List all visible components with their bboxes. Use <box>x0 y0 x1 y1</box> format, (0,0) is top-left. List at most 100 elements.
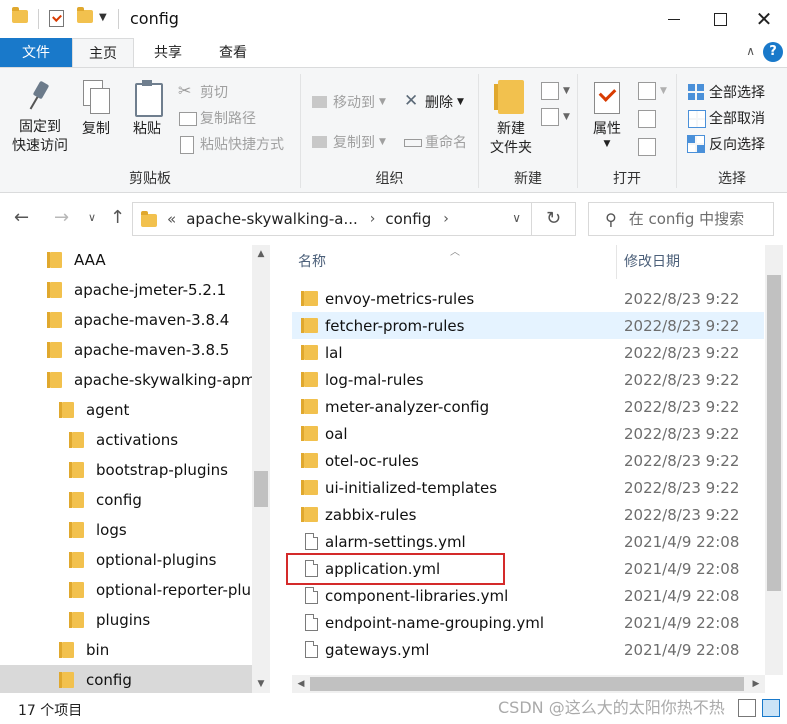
copy-path-button[interactable]: 复制路径 <box>178 108 256 128</box>
select-none-label: 全部取消 <box>709 111 765 127</box>
new-folder-button[interactable]: 新建 文件夹 <box>483 80 539 158</box>
scroll-left-icon[interactable]: ◀ <box>292 675 310 693</box>
edit-icon[interactable] <box>638 110 656 128</box>
tree-item[interactable]: apache-skywalking-apm <box>47 365 255 395</box>
breadcrumb-skywalking[interactable]: apache-skywalking-a... <box>186 210 358 228</box>
tree-scroll-thumb[interactable] <box>254 471 268 507</box>
tree-item[interactable]: activations <box>69 425 179 455</box>
move-to-button[interactable]: 移动到 ▼ <box>311 92 386 112</box>
tree-item[interactable]: logs <box>69 515 127 545</box>
tree-item[interactable]: apache-maven-3.8.4 <box>47 305 229 335</box>
file-icon <box>305 614 318 631</box>
tree-item[interactable]: agent <box>59 395 129 425</box>
chevron-right-icon[interactable]: › <box>443 211 449 227</box>
open-icon[interactable] <box>638 82 656 100</box>
details-view-icon[interactable] <box>738 699 756 717</box>
file-list-scrollbar[interactable] <box>765 245 783 675</box>
file-row[interactable]: component-libraries.yml 2021/4/9 22:08 <box>292 582 764 609</box>
new-folder-quick-access-icon[interactable] <box>77 7 93 23</box>
large-icons-view-icon[interactable] <box>762 699 780 717</box>
paste-button[interactable]: 粘贴 <box>126 80 168 139</box>
properties-quick-access-icon[interactable] <box>49 10 64 27</box>
cut-button[interactable]: 剪切 <box>178 81 228 102</box>
tree-item[interactable]: bootstrap-plugins <box>69 455 228 485</box>
horizontal-scroll-thumb[interactable] <box>310 677 744 691</box>
tree-item-label: activations <box>96 431 179 449</box>
tree-item[interactable]: apache-jmeter-5.2.1 <box>47 275 226 305</box>
open-chevron-icon[interactable]: ▼ <box>660 86 667 96</box>
delete-button[interactable]: 删除 ▼ <box>403 91 464 112</box>
customize-quick-access-chevron-icon[interactable]: ▼ <box>99 12 107 23</box>
file-row[interactable]: zabbix-rules 2022/8/23 9:22 <box>292 501 764 528</box>
file-list-scroll-thumb[interactable] <box>767 275 781 591</box>
copy-button[interactable]: 复制 <box>76 80 116 139</box>
divider[interactable] <box>616 245 617 279</box>
search-box[interactable]: ⚲ <box>588 202 774 236</box>
file-row[interactable]: gateways.yml 2021/4/9 22:08 <box>292 636 764 663</box>
collapse-ribbon-chevron-icon[interactable]: ∧ <box>746 44 755 58</box>
column-header-name[interactable]: 名称 <box>298 245 326 279</box>
pin-to-quick-access-button[interactable]: 固定到 快速访问 <box>6 80 74 156</box>
tab-share[interactable]: 共享 <box>138 38 198 68</box>
invert-selection-label: 反向选择 <box>709 137 765 153</box>
tree-item[interactable]: bin <box>59 635 109 665</box>
tree-item[interactable]: apache-maven-3.8.5 <box>47 335 229 365</box>
file-row[interactable]: envoy-metrics-rules 2022/8/23 9:22 <box>292 285 764 312</box>
help-icon[interactable]: ? <box>763 42 783 62</box>
tree-item[interactable]: plugins <box>69 605 150 635</box>
address-history-chevron-icon[interactable]: ∨ <box>512 211 521 225</box>
file-name: endpoint-name-grouping.yml <box>325 613 545 632</box>
new-item-chevron-icon[interactable]: ▼ <box>563 86 570 96</box>
file-modified-date: 2022/8/23 9:22 <box>624 397 740 416</box>
tree-item[interactable]: config <box>59 665 132 693</box>
clipboard-group-label: 剪贴板 <box>129 171 171 187</box>
tab-view[interactable]: 查看 <box>202 38 264 68</box>
tree-item[interactable]: config <box>69 485 142 515</box>
file-row[interactable]: otel-oc-rules 2022/8/23 9:22 <box>292 447 764 474</box>
tree-item-label: config <box>96 491 142 509</box>
tree-item[interactable]: AAA <box>47 245 106 275</box>
invert-selection-button[interactable]: 反向选择 <box>687 134 765 154</box>
file-row[interactable]: alarm-settings.yml 2021/4/9 22:08 <box>292 528 764 555</box>
horizontal-scrollbar[interactable]: ◀ ▶ <box>292 675 765 693</box>
tree-scrollbar[interactable]: ▲ ▼ <box>252 245 270 693</box>
easy-access-chevron-icon[interactable]: ▼ <box>563 112 570 122</box>
easy-access-icon[interactable] <box>541 108 559 126</box>
minimize-button[interactable] <box>651 0 697 38</box>
tree-item[interactable]: optional-reporter-plu <box>69 575 251 605</box>
file-row[interactable]: meter-analyzer-config 2022/8/23 9:22 <box>292 393 764 420</box>
address-bar[interactable]: « apache-skywalking-a... › config › ∨ ↻ <box>132 202 576 236</box>
new-item-icon[interactable] <box>541 82 559 100</box>
tab-file[interactable]: 文件 <box>0 38 72 68</box>
properties-button[interactable]: 属性 ▼ <box>584 80 630 149</box>
column-header-date[interactable]: 修改日期 <box>624 245 680 279</box>
file-row[interactable]: ui-initialized-templates 2022/8/23 9:22 <box>292 474 764 501</box>
file-row[interactable]: fetcher-prom-rules 2022/8/23 9:22 <box>292 312 764 339</box>
scroll-up-icon[interactable]: ▲ <box>252 245 270 263</box>
back-arrow-icon[interactable]: ← <box>14 207 29 228</box>
select-all-button[interactable]: 全部选择 <box>687 82 765 102</box>
scroll-right-icon[interactable]: ▶ <box>747 675 765 693</box>
search-input[interactable] <box>628 210 769 228</box>
rename-button[interactable]: 重命名 <box>403 132 467 152</box>
refresh-icon[interactable]: ↻ <box>531 203 575 235</box>
breadcrumb-config[interactable]: config <box>385 210 431 228</box>
forward-arrow-icon[interactable]: → <box>54 207 69 228</box>
file-row[interactable]: log-mal-rules 2022/8/23 9:22 <box>292 366 764 393</box>
history-icon[interactable] <box>638 138 656 156</box>
file-row[interactable]: lal 2022/8/23 9:22 <box>292 339 764 366</box>
breadcrumb-overflow[interactable]: « <box>167 210 176 228</box>
up-arrow-icon[interactable]: ↑ <box>110 207 125 228</box>
maximize-button[interactable] <box>697 0 743 38</box>
recent-locations-chevron-icon[interactable]: ∨ <box>88 211 96 224</box>
paste-shortcut-button[interactable]: 粘贴快捷方式 <box>178 134 284 154</box>
tab-home[interactable]: 主页 <box>72 38 134 68</box>
select-none-button[interactable]: 全部取消 <box>687 108 765 128</box>
close-button[interactable]: ✕ <box>741 0 787 38</box>
tree-item[interactable]: optional-plugins <box>69 545 216 575</box>
copy-to-button[interactable]: 复制到 ▼ <box>311 132 386 152</box>
scroll-down-icon[interactable]: ▼ <box>252 675 270 693</box>
file-row[interactable]: oal 2022/8/23 9:22 <box>292 420 764 447</box>
chevron-right-icon[interactable]: › <box>370 211 376 227</box>
file-row[interactable]: endpoint-name-grouping.yml 2021/4/9 22:08 <box>292 609 764 636</box>
